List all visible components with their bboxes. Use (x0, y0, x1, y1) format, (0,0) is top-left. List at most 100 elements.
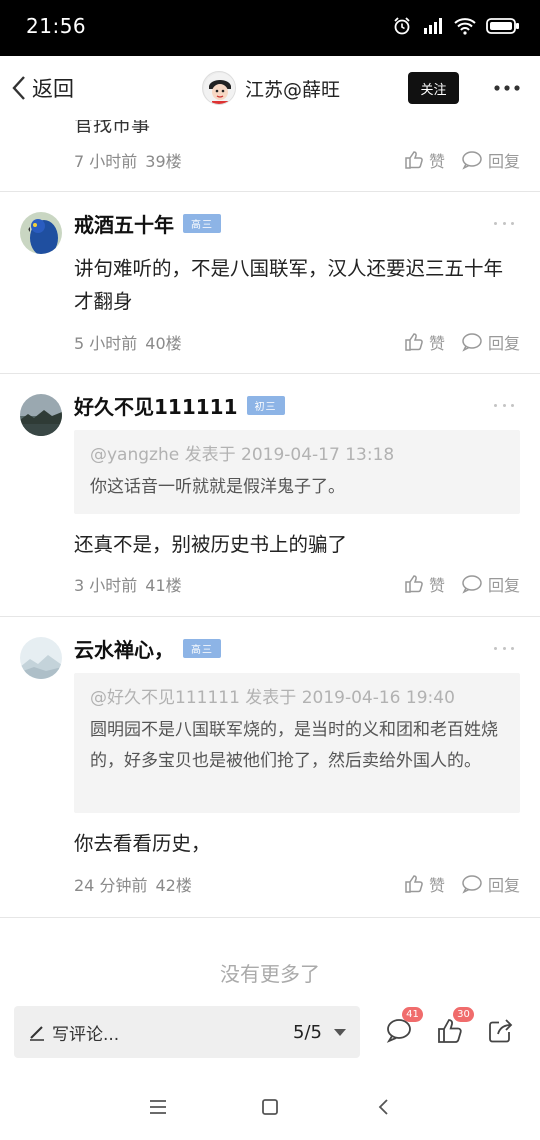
comment-more-button[interactable] (494, 643, 514, 653)
quote-header: @yangzhe 发表于 2019-04-17 13:18 (90, 445, 395, 465)
more-dots-icon (494, 85, 520, 91)
header: 返回 江苏@薛旺 关注 (0, 56, 540, 120)
divider (0, 191, 540, 192)
like-post-button[interactable]: 30 (433, 1007, 474, 1048)
chevron-left-icon (378, 1099, 388, 1115)
speech-bubble-icon (462, 333, 482, 352)
misty-landscape-avatar-icon (20, 637, 62, 679)
square-icon (262, 1099, 278, 1115)
speech-bubble-icon (462, 151, 482, 170)
comment-header: 云水禅心， 高三 (74, 633, 221, 663)
comment-meta: 7 小时前 39楼 赞 回复 (74, 148, 520, 172)
signal-icon (424, 18, 442, 34)
level-badge: 高三 (183, 213, 221, 233)
username[interactable]: 云水禅心， (74, 634, 174, 663)
more-options-button[interactable] (490, 74, 524, 102)
quote-text: 你这话音一听就就是假洋鬼子了。 (90, 477, 345, 497)
bottom-bar: 写评论... 5/5 41 30 (0, 1000, 540, 1072)
status-time: 21:56 (26, 14, 87, 38)
comment-floor: 41楼 (145, 576, 182, 595)
system-nav-bar (0, 1072, 540, 1140)
comment-floor: 39楼 (145, 152, 182, 171)
thumbs-up-icon (405, 333, 423, 351)
quoted-comment[interactable]: @yangzhe 发表于 2019-04-17 13:18 你这话音一听就就是假… (74, 430, 520, 514)
comment-header: 好久不见111111 初三 (74, 390, 285, 420)
like-label: 赞 (428, 576, 445, 595)
chevron-left-icon (12, 76, 25, 100)
page-indicator[interactable]: 5/5 (293, 1022, 322, 1043)
quoted-comment[interactable]: @好久不见111111 发表于 2019-04-16 19:40 圆明园不是八国… (74, 673, 520, 813)
comment-meta: 3 小时前 41楼 赞 回复 (74, 572, 520, 596)
like-button[interactable]: 赞 (404, 148, 445, 172)
write-comment-placeholder: 写评论... (52, 1024, 120, 1045)
thumbs-up-icon (405, 575, 423, 593)
comment-count-badge: 41 (402, 1007, 423, 1022)
comment-actions: 赞 回复 (404, 572, 520, 596)
comment-time: 7 小时前 (74, 152, 138, 171)
write-comment-input[interactable]: 写评论... 5/5 (14, 1006, 360, 1058)
divider (0, 917, 540, 918)
share-icon (489, 1019, 513, 1043)
like-button[interactable]: 赞 (404, 872, 445, 896)
back-label: 返回 (32, 77, 74, 101)
reply-label: 回复 (487, 334, 520, 353)
divider (0, 373, 540, 374)
alarm-icon (394, 17, 410, 35)
header-username: 江苏@薛旺 (245, 78, 341, 101)
follow-button[interactable]: 关注 (408, 72, 459, 104)
username[interactable]: 戒酒五十年 (74, 209, 174, 238)
level-badge: 高三 (183, 638, 221, 658)
speech-bubble-icon (462, 575, 482, 594)
level-badge: 初三 (246, 395, 285, 415)
like-button[interactable]: 赞 (404, 330, 445, 354)
comment-text: 讲句难听的，不是八国联军，汉人还要迟三五十年才翻身 (74, 257, 504, 313)
wifi-icon (454, 18, 476, 35)
avatar[interactable] (20, 212, 62, 254)
comment-time: 3 小时前 (74, 576, 138, 595)
like-button[interactable]: 赞 (404, 572, 445, 596)
avatar[interactable] (20, 637, 62, 679)
reply-button[interactable]: 回复 (461, 330, 520, 354)
recent-apps-button[interactable] (146, 1096, 170, 1118)
comment-text: 你去看看历史， (74, 832, 211, 855)
thumbs-up-icon (405, 151, 423, 169)
comment-text-fragment: 官找市事 (74, 120, 151, 136)
caret-down-icon[interactable] (334, 1029, 346, 1036)
reply-label: 回复 (487, 876, 520, 895)
comment-more-button[interactable] (494, 218, 514, 228)
comment-text: 还真不是，别被历史书上的骗了 (74, 533, 348, 556)
speech-bubble-icon (462, 875, 482, 894)
like-label: 赞 (428, 152, 445, 171)
avatar[interactable] (202, 71, 236, 105)
comment-meta: 5 小时前 40楼 赞 回复 (74, 330, 520, 354)
divider (0, 616, 540, 617)
comment-more-button[interactable] (494, 400, 514, 410)
username[interactable]: 好久不见111111 (74, 391, 238, 420)
quote-text: 圆明园不是八国联军烧的，是当时的义和团和老百姓烧的，好多宝贝也是被他们抢了，然后… (90, 720, 498, 771)
quote-header: @好久不见111111 发表于 2019-04-16 19:40 (90, 688, 455, 708)
like-label: 赞 (428, 876, 445, 895)
thumbs-up-icon (405, 875, 423, 893)
comment-floor: 42楼 (155, 876, 192, 895)
avatar[interactable] (20, 394, 62, 436)
comments-button[interactable]: 41 (382, 1007, 423, 1048)
comment-header: 戒酒五十年 高三 (74, 208, 221, 238)
landscape-avatar-icon (20, 394, 62, 436)
share-button[interactable] (484, 1014, 518, 1048)
back-button[interactable]: 返回 (10, 70, 74, 106)
reply-button[interactable]: 回复 (461, 872, 520, 896)
cartoon-avatar-icon (204, 73, 235, 104)
menu-lines-icon (150, 1100, 166, 1114)
pencil-icon (30, 1026, 44, 1041)
comment-floor: 40楼 (145, 334, 182, 353)
reply-button[interactable]: 回复 (461, 148, 520, 172)
status-icons (392, 16, 520, 36)
comment-list[interactable]: 官找市事 7 小时前 39楼 赞 回复 戒酒五十年 高三 讲句难听的，不是八国联… (0, 120, 540, 1000)
home-button[interactable] (258, 1096, 282, 1118)
system-back-button[interactable] (371, 1096, 395, 1118)
comment-actions: 赞 回复 (404, 872, 520, 896)
header-user[interactable]: 江苏@薛旺 (202, 70, 340, 106)
comment-actions: 赞 回复 (404, 330, 520, 354)
like-count-badge: 30 (453, 1007, 474, 1022)
reply-button[interactable]: 回复 (461, 572, 520, 596)
